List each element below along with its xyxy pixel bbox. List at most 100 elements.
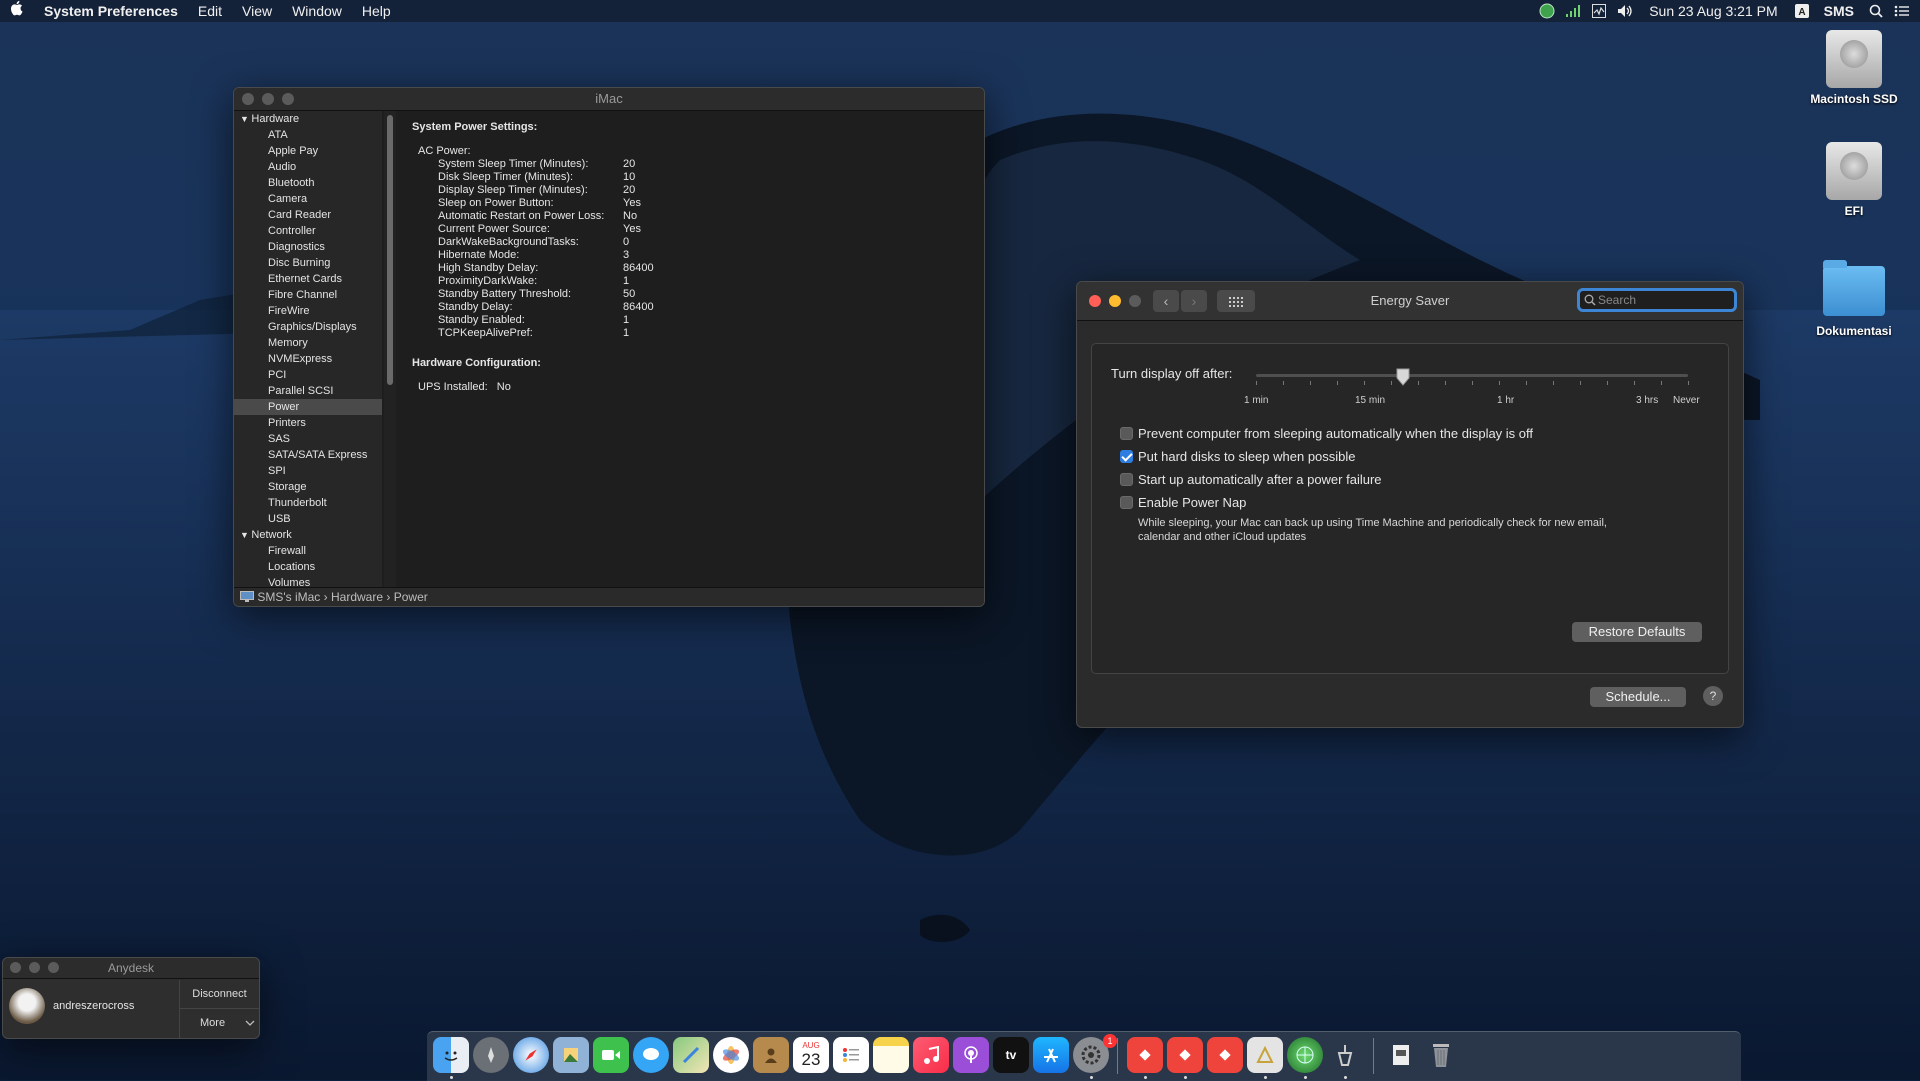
zoom-button[interactable] (1129, 295, 1141, 307)
desktop-icon-macintosh-ssd[interactable]: Macintosh SSD (1794, 30, 1914, 106)
calendar-icon[interactable]: AUG 23 (793, 1037, 829, 1073)
sidebar-item-graphics-displays[interactable]: Graphics/Displays (234, 319, 382, 335)
back-button[interactable]: ‹ (1153, 290, 1179, 312)
zoom-button[interactable] (48, 962, 59, 973)
window-titlebar[interactable]: ‹ › Energy Saver Search (1077, 282, 1743, 321)
preview-icon[interactable] (553, 1037, 589, 1073)
path-segment-hardware[interactable]: Hardware (331, 590, 383, 604)
schedule-button[interactable]: Schedule... (1590, 687, 1686, 707)
signal-bars-icon[interactable] (1565, 3, 1581, 19)
spotlight-search-icon[interactable] (1868, 3, 1884, 19)
reminders-icon[interactable] (833, 1037, 869, 1073)
sidebar-item-fibre-channel[interactable]: Fibre Channel (234, 287, 382, 303)
sidebar-item-spi[interactable]: SPI (234, 463, 382, 479)
anydesk-app-icon[interactable] (1167, 1037, 1203, 1073)
close-button[interactable] (10, 962, 21, 973)
more-button[interactable]: More (180, 1009, 259, 1037)
sidebar-item-sata-sata-express[interactable]: SATA/SATA Express (234, 447, 382, 463)
input-source-icon[interactable]: A (1794, 3, 1810, 19)
window-titlebar[interactable]: Anydesk (3, 958, 259, 979)
sidebar-item-storage[interactable]: Storage (234, 479, 382, 495)
menu-edit[interactable]: Edit (188, 0, 232, 22)
sidebar-item-firewall[interactable]: Firewall (234, 543, 382, 559)
notification-center-icon[interactable] (1894, 3, 1910, 19)
sidebar-item-apple-pay[interactable]: Apple Pay (234, 143, 382, 159)
finder-icon[interactable] (433, 1037, 469, 1073)
music-icon[interactable] (913, 1037, 949, 1073)
menu-window[interactable]: Window (282, 0, 352, 22)
sidebar-item-volumes[interactable]: Volumes (234, 575, 382, 587)
window-titlebar[interactable]: iMac (234, 88, 984, 111)
photos-icon[interactable] (713, 1037, 749, 1073)
sidebar-item-diagnostics[interactable]: Diagnostics (234, 239, 382, 255)
script-editor-icon[interactable] (1247, 1037, 1283, 1073)
minimize-button[interactable] (1109, 295, 1121, 307)
trash-icon[interactable] (1423, 1037, 1459, 1073)
desktop-icon-dokumentasi[interactable]: Dokumentasi (1794, 260, 1914, 338)
menubar-user[interactable]: SMS (1820, 0, 1858, 22)
sidebar-item-parallel-scsi[interactable]: Parallel SCSI (234, 383, 382, 399)
apple-menu-icon[interactable] (0, 0, 34, 22)
sidebar-item-thunderbolt[interactable]: Thunderbolt (234, 495, 382, 511)
option-checkbox[interactable] (1120, 496, 1133, 509)
sidebar-item-sas[interactable]: SAS (234, 431, 382, 447)
anydesk-app-icon[interactable] (1207, 1037, 1243, 1073)
restore-defaults-button[interactable]: Restore Defaults (1572, 622, 1702, 642)
close-button[interactable] (242, 93, 254, 105)
notes-icon[interactable] (873, 1037, 909, 1073)
show-all-button[interactable] (1217, 290, 1255, 312)
menu-app-name[interactable]: System Preferences (34, 0, 188, 22)
minimize-button[interactable] (262, 93, 274, 105)
anydesk-app-icon[interactable] (1127, 1037, 1163, 1073)
sidebar-item-nvmexpress[interactable]: NVMExpress (234, 351, 382, 367)
sidebar-item-camera[interactable]: Camera (234, 191, 382, 207)
sidebar-item-bluetooth[interactable]: Bluetooth (234, 175, 382, 191)
disclosure-triangle-icon[interactable]: ▼ (240, 114, 251, 124)
contacts-icon[interactable] (753, 1037, 789, 1073)
disclosure-triangle-icon[interactable]: ▼ (240, 530, 251, 540)
menubar-clock[interactable]: Sun 23 Aug 3:21 PM (1643, 0, 1783, 22)
path-segment-computer[interactable]: SMS's iMac (257, 590, 320, 604)
help-button[interactable]: ? (1703, 686, 1723, 706)
app-store-icon[interactable] (1033, 1037, 1069, 1073)
option-checkbox[interactable] (1120, 473, 1133, 486)
sidebar-item-locations[interactable]: Locations (234, 559, 382, 575)
maps-icon[interactable] (673, 1037, 709, 1073)
sidebar-item-firewire[interactable]: FireWire (234, 303, 382, 319)
display-sleep-slider[interactable] (1256, 364, 1689, 388)
path-segment-power[interactable]: Power (394, 590, 428, 604)
sidebar-item-usb[interactable]: USB (234, 511, 382, 527)
sidebar-item-ata[interactable]: ATA (234, 127, 382, 143)
podcasts-icon[interactable] (953, 1037, 989, 1073)
close-button[interactable] (1089, 295, 1101, 307)
menu-help[interactable]: Help (352, 0, 401, 22)
network-globe-icon[interactable] (1539, 3, 1555, 19)
minimize-button[interactable] (29, 962, 40, 973)
sidebar-item-power[interactable]: Power (234, 399, 382, 415)
messages-icon[interactable] (633, 1037, 669, 1073)
menu-view[interactable]: View (232, 0, 282, 22)
sidebar-item-ethernet-cards[interactable]: Ethernet Cards (234, 271, 382, 287)
search-field[interactable]: Search (1577, 288, 1737, 312)
option-checkbox[interactable] (1120, 427, 1133, 440)
network-utility-icon[interactable] (1287, 1037, 1323, 1073)
sidebar-group-network[interactable]: ▼ Network (234, 527, 382, 543)
activity-monitor-icon[interactable] (1591, 3, 1607, 19)
disconnect-button[interactable]: Disconnect (180, 980, 259, 1009)
sidebar-item-memory[interactable]: Memory (234, 335, 382, 351)
sidebar-item-printers[interactable]: Printers (234, 415, 382, 431)
sidebar-item-card-reader[interactable]: Card Reader (234, 207, 382, 223)
desktop-icon-efi[interactable]: EFI (1794, 142, 1914, 218)
scrollbar-thumb[interactable] (387, 115, 393, 385)
option-checkbox[interactable] (1120, 450, 1133, 463)
sidebar-item-controller[interactable]: Controller (234, 223, 382, 239)
sidebar-item-disc-burning[interactable]: Disc Burning (234, 255, 382, 271)
apple-tv-icon[interactable]: tv (993, 1037, 1029, 1073)
sidebar-scrollbar[interactable] (384, 111, 396, 587)
slider-knob[interactable] (1396, 368, 1410, 386)
safari-icon[interactable] (513, 1037, 549, 1073)
system-information-icon[interactable] (1327, 1037, 1363, 1073)
facetime-icon[interactable] (593, 1037, 629, 1073)
sidebar-item-pci[interactable]: PCI (234, 367, 382, 383)
sidebar-group-hardware[interactable]: ▼ Hardware (234, 111, 382, 127)
